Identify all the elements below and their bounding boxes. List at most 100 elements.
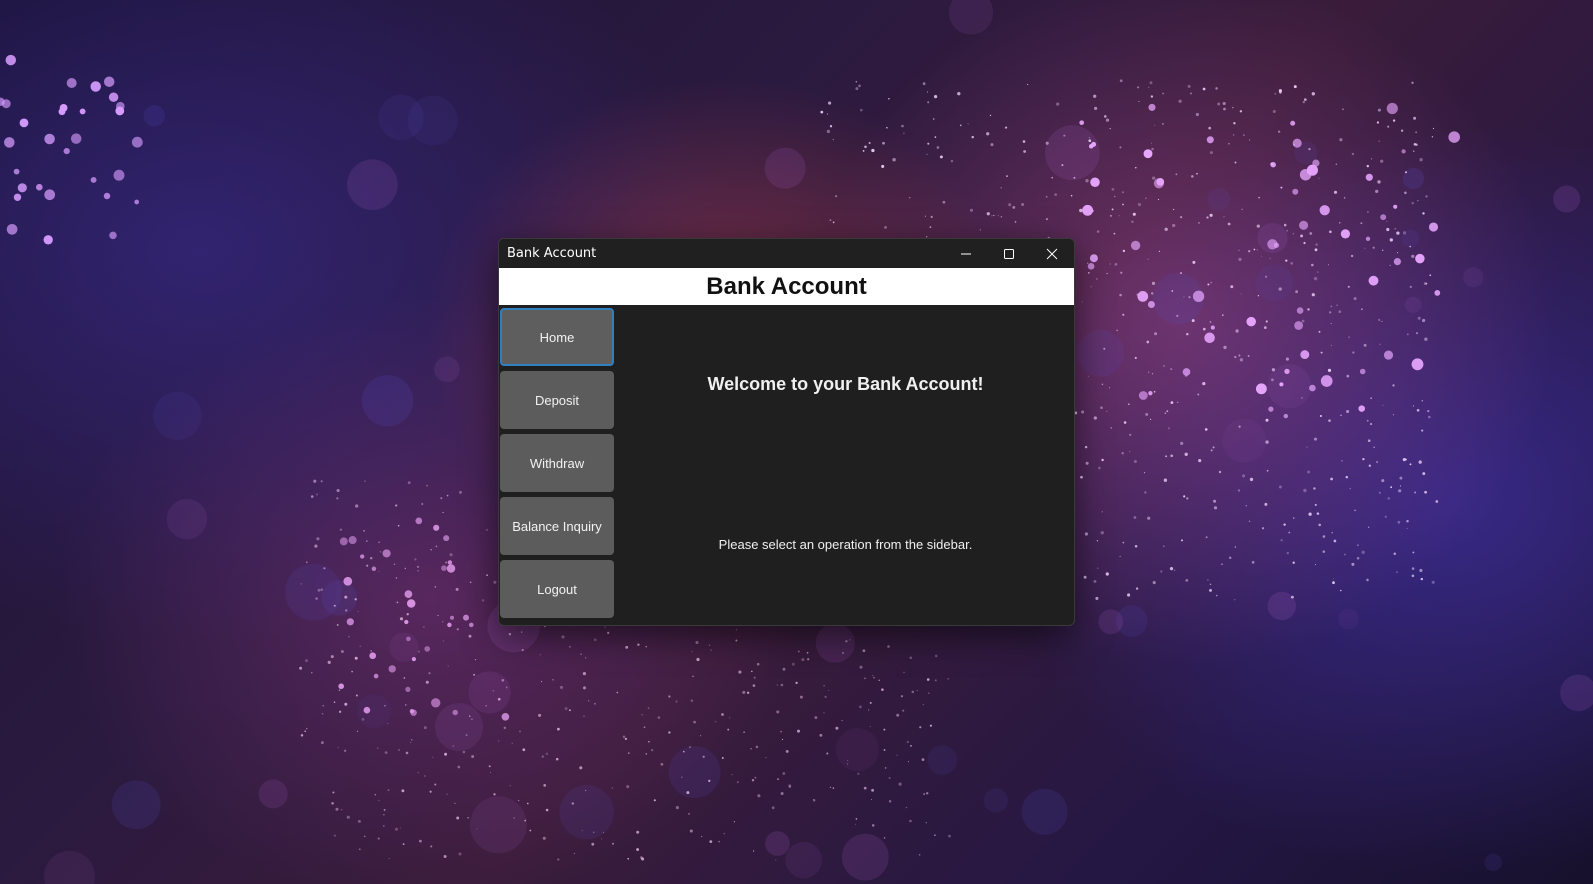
star-particle — [1242, 474, 1246, 478]
star-particle — [1079, 120, 1085, 126]
sidebar-item-deposit[interactable]: Deposit — [500, 371, 614, 429]
star-particle — [1210, 325, 1215, 330]
star-particle — [1051, 176, 1053, 179]
star-particle — [1299, 220, 1309, 230]
star-particle — [1315, 243, 1318, 246]
star-particle — [848, 639, 851, 641]
star-particle — [406, 612, 409, 616]
star-particle — [1352, 351, 1355, 354]
star-particle — [44, 133, 55, 145]
star-particle — [1157, 198, 1160, 201]
bokeh-blob — [347, 159, 398, 210]
star-particle — [1223, 345, 1227, 350]
star-particle — [90, 176, 97, 183]
star-particle — [871, 824, 875, 827]
minimize-button[interactable] — [944, 239, 987, 268]
star-particle — [1373, 446, 1375, 448]
star-particle — [829, 786, 832, 788]
star-particle — [729, 717, 731, 719]
sidebar-item-home[interactable]: Home — [500, 308, 614, 366]
star-particle — [317, 588, 321, 592]
star-particle — [348, 536, 357, 545]
star-particle — [855, 87, 859, 91]
star-particle — [690, 699, 694, 702]
star-particle — [543, 784, 547, 787]
star-particle — [419, 839, 422, 843]
star-particle — [1409, 463, 1412, 466]
bokeh-blob — [407, 95, 458, 146]
star-particle — [765, 757, 767, 759]
star-particle — [1418, 460, 1422, 464]
star-particle — [1206, 136, 1214, 144]
star-particle — [1190, 92, 1192, 95]
star-particle — [557, 727, 560, 731]
star-particle — [924, 215, 926, 217]
star-particle — [1314, 248, 1318, 252]
star-particle — [545, 752, 549, 756]
star-particle — [1206, 216, 1209, 219]
star-particle — [878, 679, 880, 682]
star-particle — [343, 576, 353, 586]
star-particle — [594, 702, 596, 705]
star-particle — [1246, 316, 1256, 327]
star-particle — [1256, 249, 1258, 251]
star-particle — [1333, 539, 1337, 543]
star-particle — [1368, 464, 1371, 467]
star-particle — [468, 634, 472, 638]
star-particle — [1411, 81, 1414, 85]
star-particle — [918, 853, 921, 856]
star-particle — [903, 132, 905, 135]
star-particle — [1083, 575, 1087, 579]
star-particle — [1096, 540, 1099, 542]
minimize-icon — [960, 253, 971, 254]
star-particle — [660, 762, 664, 766]
star-particle — [826, 752, 829, 755]
star-particle — [1375, 189, 1379, 194]
star-particle — [797, 650, 800, 653]
star-particle — [103, 192, 111, 200]
bokeh-blob — [285, 563, 342, 621]
sidebar-item-withdraw[interactable]: Withdraw — [500, 434, 614, 492]
maximize-button[interactable] — [987, 239, 1030, 268]
star-particle — [454, 802, 456, 804]
star-particle — [1120, 271, 1123, 274]
star-particle — [1210, 449, 1213, 452]
star-particle — [320, 588, 324, 591]
star-particle — [1378, 140, 1380, 142]
star-particle — [1256, 224, 1260, 228]
star-particle — [580, 653, 582, 655]
sidebar-item-logout[interactable]: Logout — [500, 560, 614, 618]
star-particle — [776, 684, 778, 686]
star-particle — [1087, 272, 1090, 274]
star-particle — [1004, 126, 1007, 129]
star-particle — [447, 665, 449, 667]
title-bar[interactable]: Bank Account — [499, 239, 1074, 268]
star-particle — [627, 752, 630, 754]
star-particle — [859, 665, 863, 669]
star-particle — [870, 799, 873, 801]
star-particle — [782, 772, 786, 775]
star-particle — [1435, 500, 1439, 503]
star-particle — [1218, 470, 1222, 474]
star-particle — [1106, 410, 1108, 413]
star-particle — [799, 695, 803, 699]
close-button[interactable] — [1030, 239, 1073, 268]
star-particle — [689, 746, 691, 749]
star-particle — [343, 749, 347, 753]
star-particle — [1303, 241, 1306, 245]
star-particle — [864, 677, 866, 680]
star-particle — [1300, 350, 1310, 360]
star-particle — [922, 703, 925, 706]
sidebar-item-balance-inquiry[interactable]: Balance Inquiry — [500, 497, 614, 555]
star-particle — [470, 718, 473, 721]
bokeh-blob — [835, 728, 879, 772]
star-particle — [743, 731, 745, 734]
star-particle — [1320, 375, 1333, 387]
star-particle — [1235, 329, 1239, 333]
star-particle — [752, 684, 756, 687]
star-particle — [1368, 275, 1379, 286]
star-particle — [927, 142, 930, 145]
star-particle — [781, 738, 784, 741]
star-particle — [365, 540, 368, 542]
star-particle — [997, 215, 999, 217]
